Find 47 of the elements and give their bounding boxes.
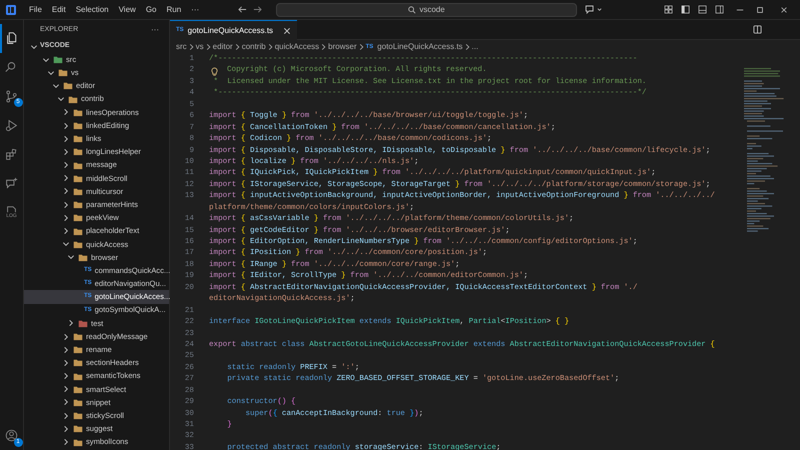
breadcrumb-item[interactable]: contrib	[242, 41, 266, 53]
split-editor-icon[interactable]	[753, 25, 762, 34]
caret-icon[interactable]	[597, 7, 602, 12]
chevron-right-icon	[188, 43, 195, 51]
extensions-icon	[5, 148, 18, 161]
chevron-right-icon	[320, 43, 328, 51]
menu-item[interactable]: Edit	[46, 4, 71, 16]
panel-toggle-icon[interactable]	[698, 5, 707, 14]
chevron-right-icon	[358, 43, 365, 51]
menu-item[interactable]: Run	[161, 4, 186, 16]
chevron-right-icon	[464, 43, 471, 51]
breadcrumb-item[interactable]: editor	[212, 41, 233, 53]
search-icon	[5, 61, 18, 74]
maximize-icon[interactable]	[756, 6, 764, 14]
menu-item[interactable]: ···	[186, 4, 204, 16]
close-icon[interactable]	[780, 6, 788, 14]
sidebar-toggle-icon[interactable]	[681, 5, 690, 14]
run-debug-icon	[5, 119, 18, 132]
menu-item[interactable]: Selection	[70, 4, 114, 16]
menu-item[interactable]: File	[24, 4, 47, 16]
breadcrumb-item[interactable]: quickAccess	[274, 41, 320, 53]
secondary-sidebar-icon[interactable]	[715, 5, 724, 14]
breadcrumb-item[interactable]: src	[176, 41, 187, 53]
close-icon[interactable]	[283, 26, 292, 34]
account-icon	[5, 428, 18, 442]
log-icon	[5, 206, 18, 213]
chevron-right-icon	[234, 43, 241, 51]
lightbulb-icon[interactable]	[211, 66, 218, 76]
search-icon	[408, 6, 416, 14]
forward-arrow-icon[interactable]	[253, 5, 262, 14]
breadcrumb-item[interactable]: browser	[328, 41, 357, 53]
chevron-right-icon	[204, 43, 212, 51]
chat-icon	[5, 177, 18, 190]
search-field[interactable]: vscode	[276, 2, 578, 16]
menu-item[interactable]: Go	[140, 4, 162, 16]
menu-item[interactable]: View	[114, 4, 141, 16]
back-arrow-icon[interactable]	[238, 5, 248, 14]
breadcrumb-item[interactable]: vs	[196, 41, 204, 53]
chevron-right-icon	[266, 43, 274, 51]
layout-icon[interactable]	[664, 5, 673, 14]
source-control-icon	[5, 90, 18, 103]
files-icon	[6, 32, 19, 45]
breadcrumb-item[interactable]: ...	[472, 41, 478, 53]
app-logo-icon	[6, 4, 16, 14]
breadcrumb-item[interactable]: gotoLineQuickAccess.ts	[377, 41, 463, 53]
chat-icon[interactable]	[585, 5, 596, 14]
more-actions-button[interactable]: ···	[151, 24, 159, 36]
